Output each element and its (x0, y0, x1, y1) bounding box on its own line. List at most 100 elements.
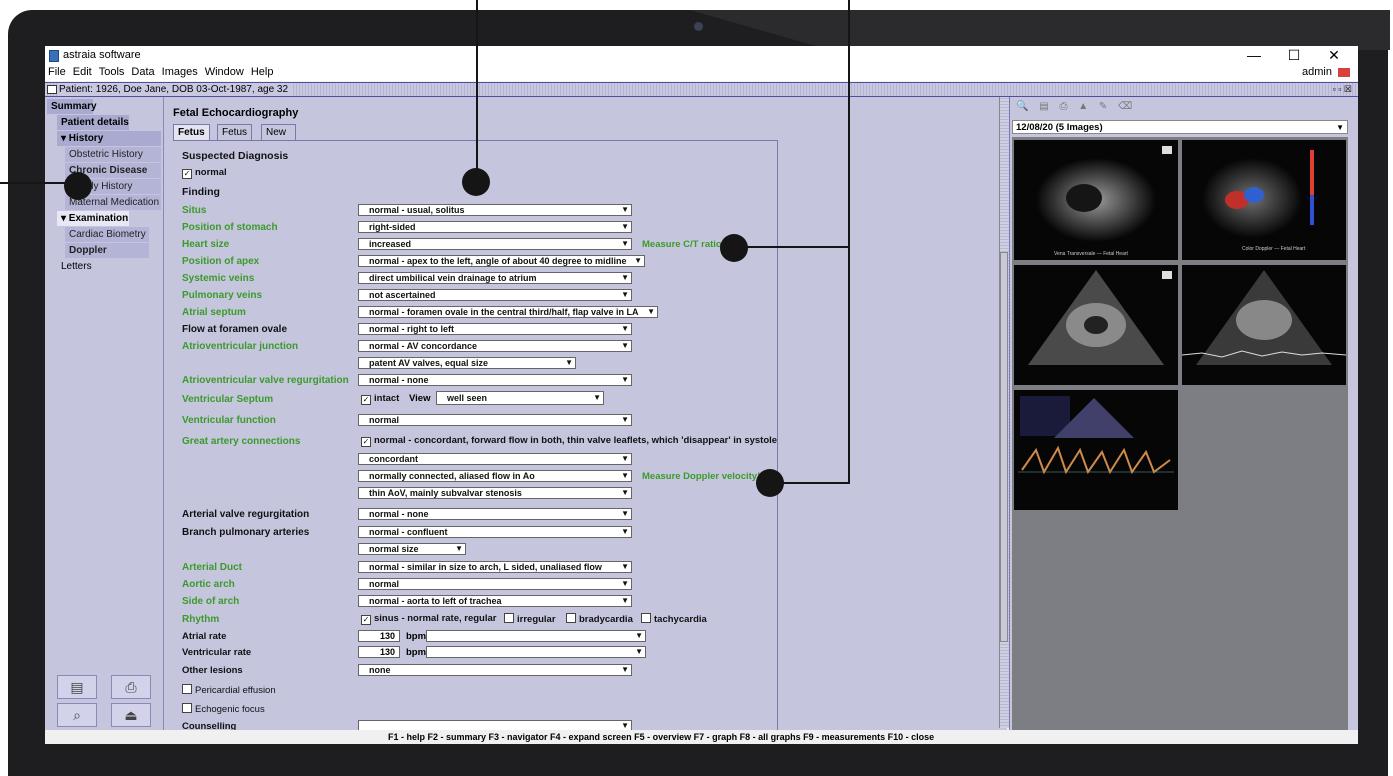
menu-file[interactable]: File (48, 66, 66, 78)
apex-select[interactable]: normal - apex to the left, angle of abou… (358, 255, 645, 267)
checkbox-box[interactable]: ✓ (361, 615, 371, 625)
aortic-arch-select[interactable]: normal ▼ (358, 578, 632, 590)
image-toolbar[interactable]: 🔍 ▤ ⎙ ▲ ✎ ⌫ (1016, 101, 1136, 112)
callout-line-1 (476, 0, 478, 182)
checkbox-box[interactable] (566, 613, 576, 623)
av-regurg-select[interactable]: normal - none ▼ (358, 374, 632, 386)
close-button[interactable]: ✕ (1314, 46, 1354, 64)
ga-connected-select[interactable]: normally connected, aliased flow in Ao ▼ (358, 470, 632, 482)
nav-examination[interactable]: ▾ Examination (57, 211, 129, 226)
ventricular-rate-input[interactable]: 130 (358, 646, 400, 658)
checkbox-box[interactable] (182, 703, 192, 713)
current-user[interactable]: admin (1302, 64, 1332, 81)
form-title: Fetal Echocardiography (173, 107, 299, 119)
nav-doppler[interactable]: Doppler (65, 243, 149, 258)
image-panel: 🔍 ▤ ⎙ ▲ ✎ ⌫ 12/08/20 (5 Images) ▼ Vena Tr… (1009, 97, 1358, 737)
checkbox-box[interactable]: ✓ (361, 437, 371, 447)
rhythm-irregular-checkbox[interactable]: irregular (504, 613, 556, 625)
pulmonary-veins-label: Pulmonary veins (182, 290, 263, 301)
thumb-caption-2: Color Doppler — Fetal Heart (1242, 246, 1306, 252)
frame-controls[interactable]: ▫ ▫ ☒ (1333, 83, 1352, 96)
arterial-regurg-select[interactable]: normal - none ▼ (358, 508, 632, 520)
maximize-button[interactable]: ☐ (1274, 46, 1314, 64)
systemic-veins-select[interactable]: direct umbilical vein drainage to atrium… (358, 272, 632, 284)
tab-fetus-2[interactable]: Fetus 2 (217, 124, 253, 154)
window-box-icon[interactable] (47, 85, 57, 94)
ga-concordant-select[interactable]: concordant ▼ (358, 453, 632, 465)
chevron-down-icon: ▼ (621, 665, 629, 674)
print-preview-icon[interactable]: ⏏ (111, 703, 151, 727)
side-of-arch-select[interactable]: normal - aorta to left of trachea ▼ (358, 595, 632, 607)
normal-checkbox[interactable]: ✓ normal (182, 167, 227, 179)
rhythm-tachycardia-checkbox[interactable]: tachycardia (641, 613, 707, 625)
av-valves-select[interactable]: patent AV valves, equal size ▼ (358, 357, 576, 369)
menu-edit[interactable]: Edit (73, 66, 92, 78)
nav-cardiac-biometry[interactable]: Cardiac Biometry (65, 227, 149, 242)
tab-new-fetus[interactable]: New Fetus (261, 124, 296, 154)
ultrasound-image-3[interactable] (1014, 265, 1178, 385)
nav-obstetric-history[interactable]: Obstetric History (65, 147, 161, 162)
stomach-select[interactable]: right-sided ▼ (358, 221, 632, 233)
ultrasound-image-2[interactable]: Color Doppler — Fetal Heart (1182, 140, 1346, 260)
camera-dot (694, 22, 703, 31)
situs-select[interactable]: normal - usual, solitus ▼ (358, 204, 632, 216)
scrollbar-thumb[interactable] (1000, 252, 1008, 642)
aortic-arch-label: Aortic arch (182, 579, 235, 590)
menu-images[interactable]: Images (162, 66, 198, 78)
chevron-down-icon: ▼ (621, 222, 629, 231)
nav-history[interactable]: ▾ History (57, 131, 161, 146)
view-select[interactable]: well seen ▼ (436, 391, 604, 405)
image-gallery: Vena Transversale — Fetal Heart Color Do… (1012, 137, 1348, 732)
flow-fo-select[interactable]: normal - right to left ▼ (358, 323, 632, 335)
ventricular-rate-select[interactable]: ▼ (426, 646, 646, 658)
rhythm-bradycardia-checkbox[interactable]: bradycardia (566, 613, 633, 625)
vent-function-select[interactable]: normal ▼ (358, 414, 632, 426)
ultrasound-image-5[interactable] (1014, 390, 1178, 510)
checkbox-box[interactable] (182, 684, 192, 694)
chevron-down-icon: ▼ (621, 454, 629, 463)
branch-pa-select[interactable]: normal - confluent ▼ (358, 526, 632, 538)
apex-value: normal - apex to the left, angle of abou… (369, 256, 627, 266)
tab-fetus-1[interactable]: Fetus 1 (173, 124, 210, 154)
nav-summary[interactable]: Summary (47, 99, 97, 114)
menu-data[interactable]: Data (131, 66, 154, 78)
checkbox-box[interactable] (641, 613, 651, 623)
ultrasound-image-4[interactable] (1182, 265, 1346, 385)
ga-concordant-value: concordant (369, 454, 419, 464)
other-lesions-select[interactable]: none ▼ (358, 664, 632, 676)
echogenic-checkbox[interactable]: Echogenic focus (182, 703, 265, 715)
printer-icon[interactable]: ⎙ (111, 675, 151, 699)
menu-tools[interactable]: Tools (99, 66, 125, 78)
checkbox-box[interactable]: ✓ (182, 169, 192, 179)
language-flag-icon[interactable] (1338, 68, 1350, 77)
clipboard-icon[interactable]: ▤ (57, 675, 97, 699)
form-scrollbar[interactable] (999, 97, 1009, 728)
image-set-select[interactable]: 12/08/20 (5 Images) ▼ (1012, 120, 1348, 134)
heart-size-select[interactable]: increased ▼ (358, 238, 632, 250)
checkbox-box[interactable]: ✓ (361, 395, 371, 405)
intact-checkbox[interactable]: ✓ intact (361, 393, 399, 405)
pa-size-select[interactable]: normal size ▼ (358, 543, 466, 555)
heart-size-value: increased (369, 239, 412, 249)
menu-window[interactable]: Window (205, 66, 244, 78)
great-artery-normal-checkbox[interactable]: ✓ normal - concordant, forward flow in bo… (361, 435, 777, 447)
ga-stenosis-select[interactable]: thin AoV, mainly subvalvar stenosis ▼ (358, 487, 632, 499)
nav-letters[interactable]: Letters (57, 259, 129, 274)
pericardial-checkbox[interactable]: Pericardial effusion (182, 684, 276, 696)
menu-help[interactable]: Help (251, 66, 274, 78)
atrial-septum-select[interactable]: normal - foramen ovale in the central th… (358, 306, 658, 318)
ultrasound-image-1[interactable]: Vena Transversale — Fetal Heart (1014, 140, 1178, 260)
nav-patient-details[interactable]: Patient details (57, 115, 129, 130)
av-junction-select[interactable]: normal - AV concordance ▼ (358, 340, 632, 352)
atrial-rate-select[interactable]: ▼ (426, 630, 646, 642)
rhythm-sinus-checkbox[interactable]: ✓ sinus - normal rate, regular (361, 613, 496, 625)
minimize-button[interactable]: — (1234, 46, 1274, 64)
arterial-duct-label: Arterial Duct (182, 562, 243, 573)
checkbox-box[interactable] (504, 613, 514, 623)
arterial-duct-select[interactable]: normal - similar in size to arch, L side… (358, 561, 632, 573)
scanner-icon[interactable]: ⌕ (57, 703, 97, 727)
pulmonary-veins-select[interactable]: not ascertained ▼ (358, 289, 632, 301)
atrial-rate-input[interactable]: 130 (358, 630, 400, 642)
heart-size-label: Heart size (182, 239, 230, 250)
app-icon (49, 50, 59, 62)
